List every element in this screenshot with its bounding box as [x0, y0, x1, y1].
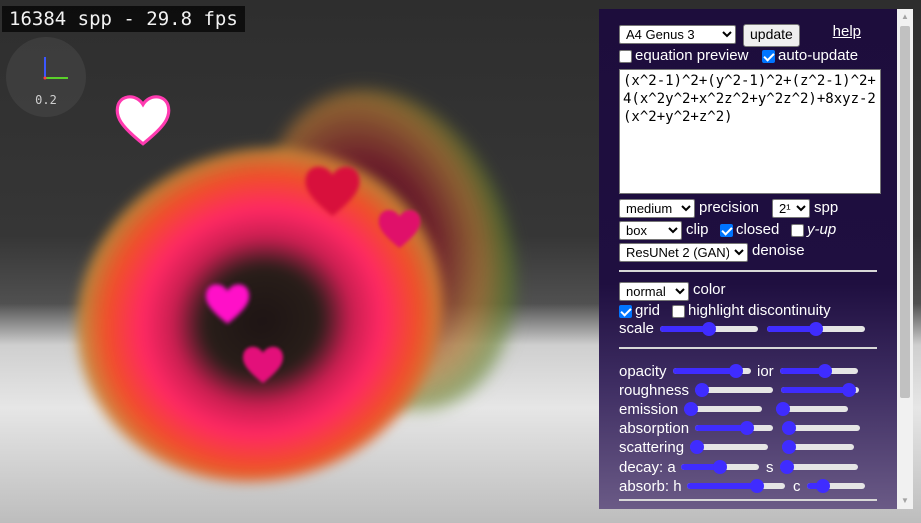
material-slider-right[interactable] — [780, 460, 858, 474]
equation-preview-checkbox[interactable] — [619, 50, 632, 63]
divider-1 — [619, 270, 877, 272]
scroll-down-arrow-icon[interactable]: ▼ — [897, 493, 913, 509]
color-label: color — [693, 281, 726, 298]
help-link[interactable]: help — [833, 23, 861, 40]
scroll-thumb[interactable] — [900, 26, 910, 398]
heart-highlight-magenta — [205, 284, 250, 324]
closed-label: closed — [736, 221, 780, 238]
heart-highlight-white — [115, 95, 171, 146]
equation-input[interactable]: (x^2-1)^2+(y^2-1)^2+(z^2-1)^2+4(x^2y^2+x… — [619, 69, 881, 194]
material-slider-right[interactable] — [782, 440, 854, 454]
material-row-label: scattering — [619, 439, 685, 456]
panel-scrollbar[interactable]: ▲ ▼ — [897, 9, 913, 509]
scale-slider-left[interactable] — [660, 322, 758, 336]
material-row-right-label: ior — [757, 363, 774, 380]
clip-label: clip — [686, 221, 709, 238]
material-slider-left[interactable] — [690, 440, 768, 454]
control-panel-content: A4 Genus 3 update help equation preview … — [599, 9, 897, 509]
divider-3 — [619, 499, 877, 501]
material-slider-left[interactable] — [695, 421, 773, 435]
material-slider-right[interactable] — [776, 402, 848, 416]
spp-select[interactable]: 2¹⁰ — [772, 199, 810, 218]
material-slider-left[interactable] — [695, 383, 773, 397]
material-row-label: emission — [619, 401, 679, 418]
closed-checkbox[interactable] — [720, 224, 733, 237]
material-row-right-label: c — [793, 478, 801, 495]
material-slider-left[interactable] — [684, 402, 762, 416]
material-slider-right[interactable] — [782, 421, 860, 435]
scale-label: scale — [619, 320, 655, 337]
material-slider-left[interactable] — [681, 460, 759, 474]
auto-update-label: auto-update — [778, 47, 859, 64]
material-slider-left[interactable] — [673, 364, 751, 378]
scale-slider-right[interactable] — [767, 322, 865, 336]
material-row-label: opacity — [619, 363, 667, 380]
precision-select[interactable]: medium — [619, 199, 695, 218]
clip-select[interactable]: box — [619, 221, 682, 240]
material-slider-right[interactable] — [780, 364, 858, 378]
yup-checkbox[interactable] — [791, 224, 804, 237]
spp-label: spp — [814, 199, 839, 216]
update-button[interactable]: update — [743, 24, 800, 47]
grid-checkbox[interactable] — [619, 305, 632, 318]
stats-readout: 16384 spp - 29.8 fps — [2, 6, 245, 32]
scroll-up-arrow-icon[interactable]: ▲ — [897, 9, 913, 25]
denoise-label: denoise — [752, 242, 805, 259]
material-row-label: absorb: h — [619, 478, 682, 495]
highlight-discontinuity-label: highlight discontinuity — [688, 302, 831, 319]
auto-update-checkbox[interactable] — [762, 50, 775, 63]
heart-highlight-crimson — [243, 346, 283, 384]
control-panel: A4 Genus 3 update help equation preview … — [599, 9, 913, 509]
material-slider-right[interactable] — [781, 383, 859, 397]
material-row-right-label: s — [766, 459, 774, 476]
material-row-label: roughness — [619, 382, 690, 399]
gizmo-scale-label: 0.2 — [35, 93, 57, 107]
highlight-discontinuity-checkbox[interactable] — [672, 305, 685, 318]
heart-highlight-pink — [378, 210, 421, 248]
precision-label: precision — [699, 199, 760, 216]
material-slider-left[interactable] — [687, 479, 785, 493]
divider-2 — [619, 347, 877, 349]
equation-preview-label: equation preview — [635, 47, 749, 64]
yup-label: y-up — [807, 221, 837, 238]
denoise-select[interactable]: ResUNet 2 (GAN) — [619, 243, 748, 262]
axis-gizmo[interactable]: 0.2 — [6, 37, 86, 117]
color-select[interactable]: normal — [619, 282, 689, 301]
grid-label: grid — [635, 302, 661, 319]
material-row-label: absorption — [619, 420, 690, 437]
material-row-label: decay: a — [619, 459, 676, 476]
material-slider-right[interactable] — [807, 479, 865, 493]
heart-highlight-red — [305, 166, 360, 216]
preset-select[interactable]: A4 Genus 3 — [619, 25, 736, 44]
